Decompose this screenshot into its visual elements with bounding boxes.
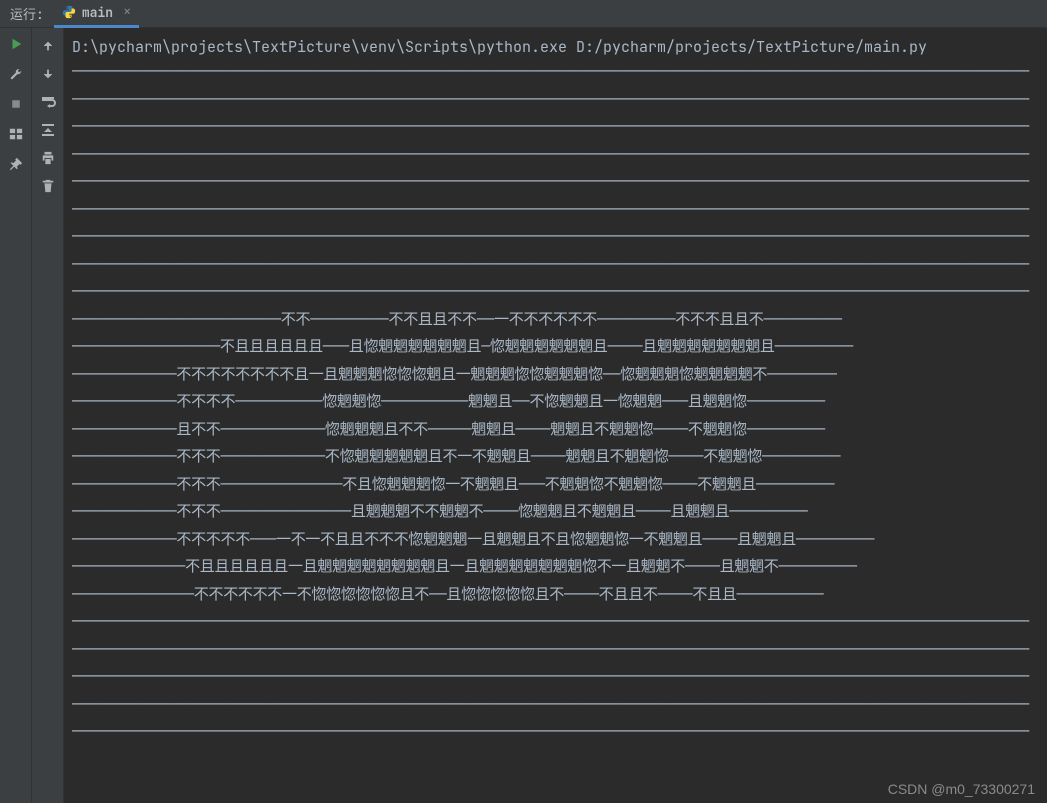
output-line: ————————————————————————————————————————… <box>72 636 1043 664</box>
scroll-to-end-icon[interactable] <box>40 122 56 138</box>
output-line: ————————————————————————————————————————… <box>72 691 1043 719</box>
output-line: —————————————不且且且且且且一且魍魍魍魍魍魍魍魍且一且魍魍魍魍魍魍魍… <box>72 553 1043 581</box>
run-label: 运行: <box>0 4 54 23</box>
output-line: ————————————————————————————————————————… <box>72 223 1043 251</box>
wrench-icon[interactable] <box>8 66 24 82</box>
output-line: ————————————————————————————————————————… <box>72 608 1043 636</box>
rerun-icon[interactable] <box>8 36 24 52</box>
trash-icon[interactable] <box>40 178 56 194</box>
output-line: ————————————不不不不不———一不一不且且不不不惚魍魍魍一且魍魍且不且… <box>72 526 1043 554</box>
python-icon <box>62 5 76 19</box>
output-line: ————————————————————————————————————————… <box>72 196 1043 224</box>
output-line: ————————————不不不不——————————惚魍魍惚——————————… <box>72 388 1043 416</box>
arrow-down-icon[interactable] <box>40 66 56 82</box>
output-line: ————————————————————————————————————————… <box>72 113 1043 141</box>
output-line: ————————————————————————————————————————… <box>72 141 1043 169</box>
command-line: D:\pycharm\projects\TextPicture\venv\Scr… <box>72 36 1043 58</box>
layout-icon[interactable] <box>8 126 24 142</box>
output-line: —————————————————不且且且且且且———且惚魍魍魍魍魍魍且—惚魍魍… <box>72 333 1043 361</box>
print-icon[interactable] <box>40 150 56 166</box>
output-line: ————————————不不不不不不不不且一且魍魍魍惚惚惚魍且一魍魍魍惚惚魍魍魍… <box>72 361 1043 389</box>
stop-icon[interactable] <box>8 96 24 112</box>
output-line: ————————————————————————————————————————… <box>72 86 1043 114</box>
output-line: ————————————————————————————————————————… <box>72 251 1043 279</box>
watermark: CSDN @m0_73300271 <box>888 781 1035 797</box>
output-line: ——————————————不不不不不不一不惚惚惚惚惚惚且不——且惚惚惚惚惚且不… <box>72 581 1043 609</box>
run-header: 运行: main × <box>0 0 1047 28</box>
main-area: D:\pycharm\projects\TextPicture\venv\Scr… <box>0 28 1047 803</box>
tab-name: main <box>82 4 113 21</box>
output-lines: ————————————————————————————————————————… <box>72 58 1043 746</box>
output-line: ————————————————————————不不—————————不不且且不… <box>72 306 1043 334</box>
output-line: ————————————不不不———————————————且魍魍魍不不魍魍不—… <box>72 498 1043 526</box>
output-line: ————————————————————————————————————————… <box>72 278 1043 306</box>
run-tab-main[interactable]: main × <box>54 0 140 28</box>
arrow-up-icon[interactable] <box>40 38 56 54</box>
pin-icon[interactable] <box>8 156 24 172</box>
output-line: ————————————————————————————————————————… <box>72 58 1043 86</box>
output-line: ————————————且不不————————————惚魍魍魍且不不—————魍… <box>72 416 1043 444</box>
action-toolbar <box>0 28 32 803</box>
close-icon[interactable]: × <box>123 3 131 21</box>
output-line: ————————————————————————————————————————… <box>72 718 1043 746</box>
console-output[interactable]: D:\pycharm\projects\TextPicture\venv\Scr… <box>64 28 1047 803</box>
output-line: ————————————不不不——————————————不且惚魍魍魍惚一不魍魍… <box>72 471 1043 499</box>
output-line: ————————————————————————————————————————… <box>72 663 1043 691</box>
softwrap-icon[interactable] <box>40 94 56 110</box>
console-toolbar <box>32 28 64 803</box>
output-line: ————————————————————————————————————————… <box>72 168 1043 196</box>
output-line: ————————————不不不————————————不惚魍魍魍魍魍且不一不魍魍… <box>72 443 1043 471</box>
